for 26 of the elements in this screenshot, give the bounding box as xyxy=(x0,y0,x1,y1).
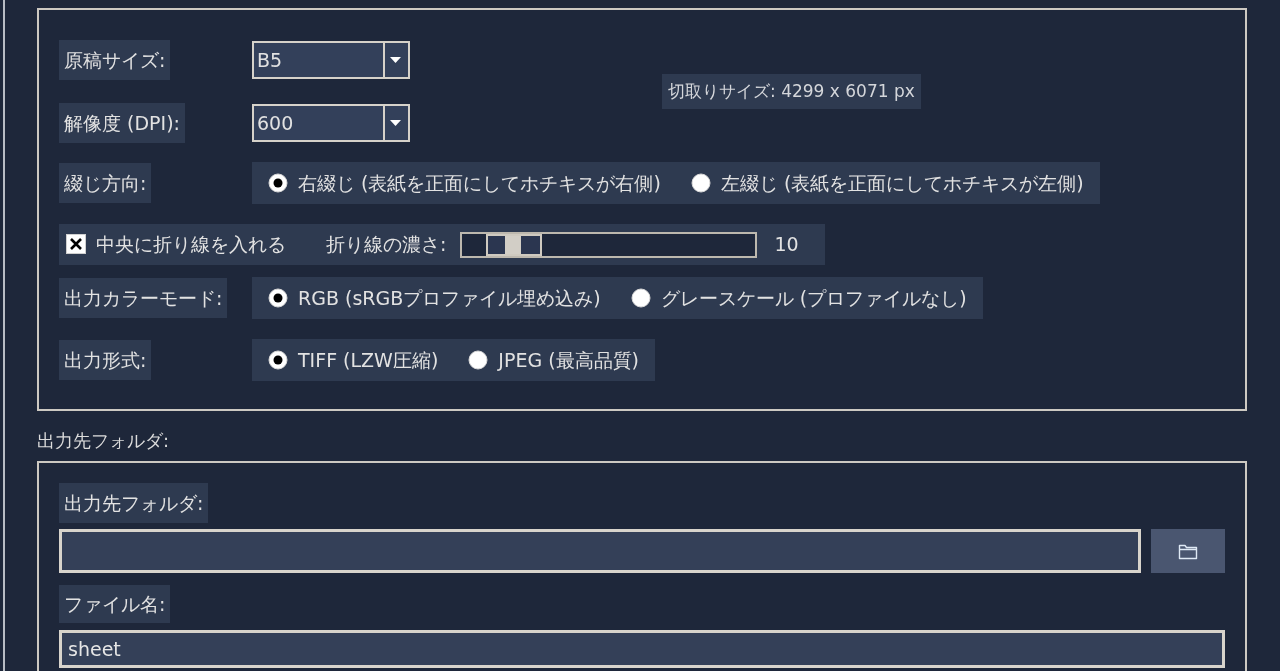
crop-size-label: 切取りサイズ: 4299 x 6071 px xyxy=(662,74,921,109)
field-label: 出力形式: xyxy=(59,340,152,380)
field-label: 出力カラーモード: xyxy=(59,278,228,318)
radio-option[interactable]: 左綴じ (表紙を正面にしてホチキスが左側) xyxy=(690,171,1084,195)
slider-track[interactable] xyxy=(460,231,758,258)
dropdown[interactable]: B5 xyxy=(252,41,410,79)
radio-option[interactable]: 右綴じ (表紙を正面にしてホチキスが右側) xyxy=(268,171,661,195)
slider-value: 10 xyxy=(774,233,799,256)
field-label: ファイル名: xyxy=(59,585,171,623)
radio-option[interactable]: JPEG (最高品質) xyxy=(468,348,639,372)
group-title: 出力先フォルダ: xyxy=(37,429,170,453)
folder-icon xyxy=(1178,542,1198,560)
dropdown[interactable]: 600 xyxy=(252,104,410,142)
slider-thumb[interactable] xyxy=(486,233,543,256)
field-label: 出力先フォルダ: xyxy=(59,483,209,523)
browse-button[interactable] xyxy=(1151,529,1225,573)
radio-option[interactable]: TIFF (LZW圧縮) xyxy=(268,348,439,372)
field-label: 綴じ方向: xyxy=(59,163,152,203)
checkbox[interactable]: 中央に折り線を入れる xyxy=(66,233,286,256)
file-name-field[interactable]: sheet xyxy=(59,630,1225,668)
field-label: 解像度 (DPI): xyxy=(59,103,185,143)
radio-option[interactable]: グレースケール (プロファイルなし) xyxy=(630,286,967,310)
folder-path-field[interactable] xyxy=(59,529,1141,573)
slider-label: 折り線の濃さ: xyxy=(326,233,447,256)
field-label: 原稿サイズ: xyxy=(59,40,171,80)
radio-option[interactable]: RGB (sRGBプロファイル埋め込み) xyxy=(268,286,601,310)
